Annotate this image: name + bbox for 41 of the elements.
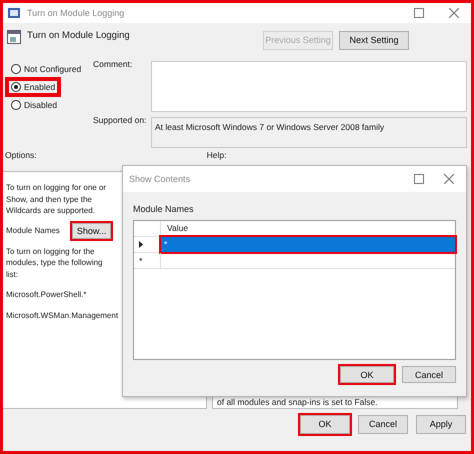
help-text: of all modules and snap-ins is set to False. [217,397,378,407]
nav-button[interactable]: Next Setting [339,30,409,50]
options-text: Show, and then type the [6,194,92,205]
window-title: Turn on Module Logging [27,8,124,18]
policy-icon [8,7,22,19]
maximize-icon[interactable] [414,8,424,18]
comment-field[interactable] [151,61,467,112]
close-icon[interactable] [444,174,454,184]
options-text: list: [6,268,18,280]
help-label: Help: [206,150,226,160]
group-label: Module Names [132,203,195,216]
current-row-icon [139,241,143,248]
dialog-button[interactable]: Apply [416,414,466,434]
dialog-button[interactable]: OK [300,414,350,434]
column-header: Value [166,222,190,235]
new-row-marker: * [139,256,143,266]
close-icon[interactable] [449,8,459,18]
options-text: modules, type the following [6,257,102,268]
setting-title: Turn on Module Logging [27,30,130,40]
options-text: Wildcards are supported. [6,205,95,216]
radio-option[interactable]: Disabled [7,97,62,113]
comment-label: Comment: [93,59,132,69]
options-text: To turn on logging for one or [6,182,106,194]
show-button[interactable]: Show... [72,222,112,238]
options-text: Microsoft.WSMan.Management [6,310,118,321]
maximize-icon[interactable] [414,174,424,184]
supported-label: Supported on: [93,115,146,125]
options-text: Microsoft.PowerShell.* [6,289,86,300]
value-cell[interactable]: * [161,237,455,252]
dialog-button[interactable]: OK [340,366,394,383]
radio-option[interactable]: Enabled [7,79,60,95]
options-label: Options: [5,150,37,160]
supported-field: At least Microsoft Windows 7 or Windows Server 2008 family [151,117,467,148]
policy-icon [7,30,21,44]
new-row[interactable]: * [134,253,455,269]
radio-option[interactable]: Not Configured [7,61,86,77]
field-label: Module Names [6,226,60,235]
options-text: To turn on logging for the [6,246,95,257]
dialog-button[interactable]: Cancel [358,414,408,434]
dialog-button[interactable]: Cancel [402,366,456,383]
window-title: Show Contents [129,174,190,184]
